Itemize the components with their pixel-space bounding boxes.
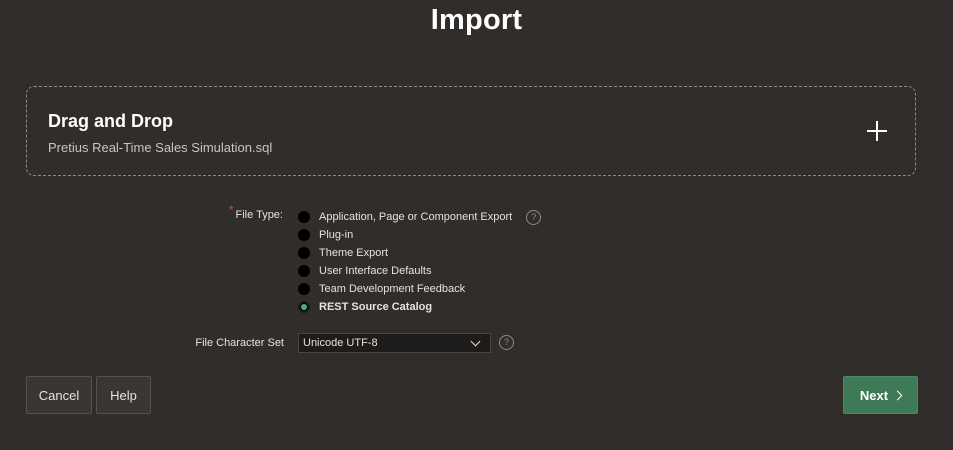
chevron-down-icon: [470, 336, 481, 347]
radio-label: User Interface Defaults: [319, 265, 432, 277]
help-icon[interactable]: ?: [526, 209, 542, 225]
file-type-label: * File Type:: [200, 203, 284, 221]
file-type-radio-group: Application, Page or Component Export ? …: [298, 208, 542, 316]
radio-option-ui-defaults[interactable]: User Interface Defaults: [298, 262, 541, 280]
dropzone-title: Drag and Drop: [48, 111, 174, 131]
radio-button[interactable]: [298, 211, 310, 223]
select-value: Unicode UTF-8: [303, 337, 378, 349]
plus-icon[interactable]: [867, 121, 887, 141]
radio-label: Plug-in: [319, 229, 354, 241]
next-button[interactable]: Next: [843, 376, 918, 414]
radio-button[interactable]: [298, 247, 310, 259]
radio-option-team-feedback[interactable]: Team Development Feedback: [298, 280, 541, 298]
help-button[interactable]: Help: [96, 376, 151, 414]
next-button-label: Next: [859, 387, 889, 403]
help-icon[interactable]: ?: [499, 335, 514, 350]
radio-label: Team Development Feedback: [319, 283, 466, 295]
radio-option-plug-in[interactable]: Plug-in: [298, 226, 541, 244]
radio-option-rest-source-catalog[interactable]: REST Source Catalog: [298, 298, 541, 316]
radio-label: REST Source Catalog: [319, 301, 433, 313]
radio-button[interactable]: [298, 283, 310, 295]
cancel-button[interactable]: Cancel: [26, 376, 92, 414]
radio-button-selected[interactable]: [298, 301, 310, 313]
radio-option-application-export[interactable]: Application, Page or Component Export ?: [298, 208, 542, 226]
chevron-right-icon: [892, 390, 903, 400]
radio-button[interactable]: [298, 265, 310, 277]
required-marker: *: [228, 203, 234, 217]
file-dropzone[interactable]: Drag and Drop Pretius Real-Time Sales Si…: [26, 86, 916, 176]
radio-label: Theme Export: [319, 247, 389, 259]
page-title: Import: [430, 4, 523, 36]
selected-file-name: Pretius Real-Time Sales Simulation.sql: [48, 140, 273, 155]
radio-button[interactable]: [298, 229, 310, 241]
file-type-label-text: File Type:: [235, 209, 284, 221]
file-character-set-label: File Character Set: [195, 337, 284, 349]
file-character-set-select[interactable]: Unicode UTF-8: [298, 333, 491, 353]
radio-option-theme-export[interactable]: Theme Export: [298, 244, 541, 262]
radio-label: Application, Page or Component Export: [319, 211, 513, 223]
